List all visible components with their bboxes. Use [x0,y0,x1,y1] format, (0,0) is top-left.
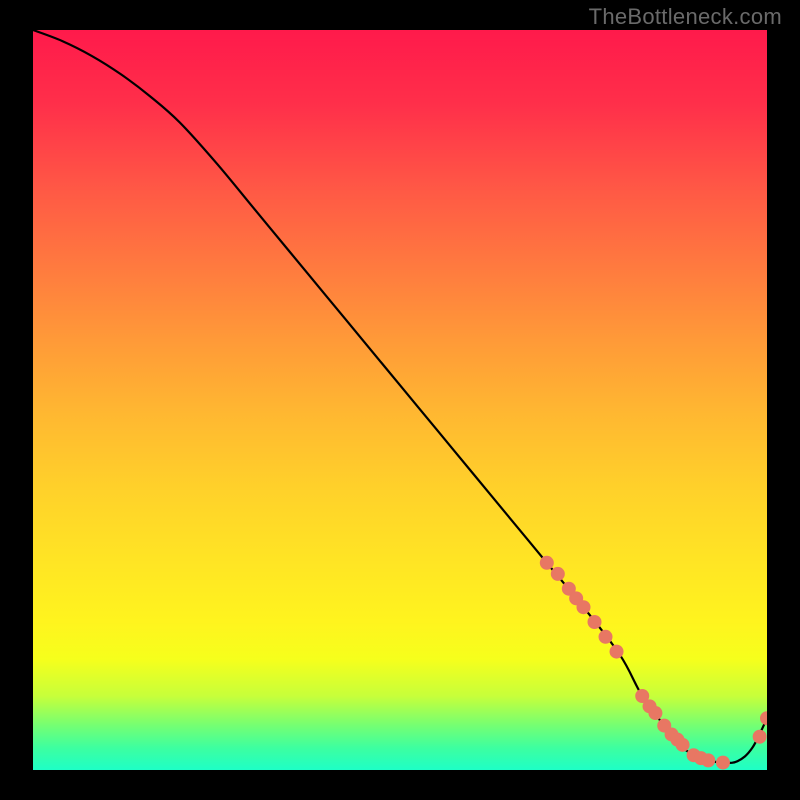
highlight-dot [588,615,602,629]
highlight-dot [577,600,591,614]
plot-area [33,30,767,770]
highlight-dots [540,556,767,770]
highlight-dot [676,738,690,752]
highlight-dot [701,753,715,767]
bottleneck-curve [33,30,767,763]
highlight-dot [551,567,565,581]
curve-line [33,30,767,763]
chart-frame: TheBottleneck.com [0,0,800,800]
highlight-dot [753,730,767,744]
highlight-dot [648,706,662,720]
highlight-dot [599,630,613,644]
watermark-text: TheBottleneck.com [589,4,782,30]
highlight-dot [610,645,624,659]
highlight-dot [716,756,730,770]
highlight-dot [540,556,554,570]
curve-svg [33,30,767,770]
highlight-dot [760,711,767,725]
